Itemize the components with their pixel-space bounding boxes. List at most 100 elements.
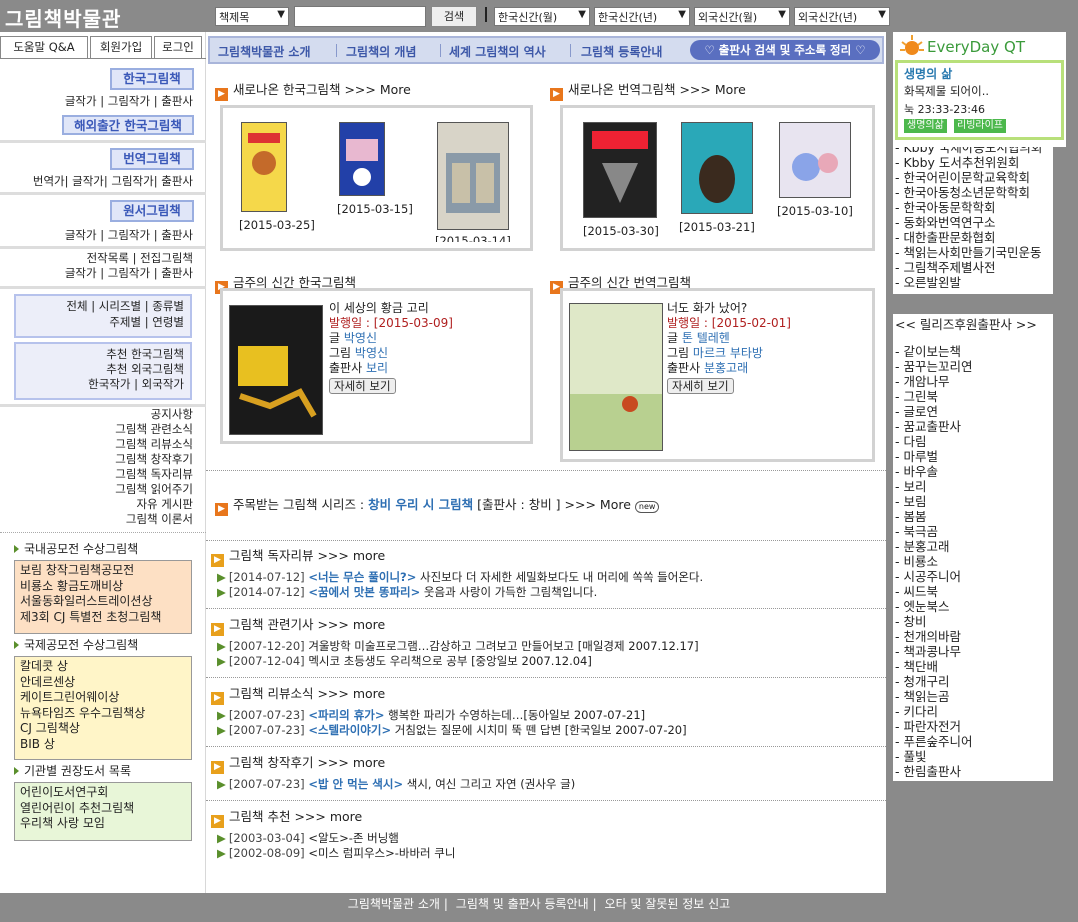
news-item[interactable]: ▶ [2007-12-04] 멕시코 초등생도 우리책으로 공부 [중앙일보 20…	[217, 653, 592, 669]
book-cover[interactable]	[681, 122, 753, 214]
qt-widget[interactable]: EveryDay QT 생명의 삶 화목제물 되어이.. 눅 23:33-23:…	[893, 32, 1066, 147]
list-item[interactable]: BIB 상	[20, 737, 186, 753]
nav-history[interactable]: 세계 그림책의 역사	[449, 43, 546, 60]
list-item[interactable]: - 한림출판사	[895, 764, 972, 779]
menu-reading-aloud[interactable]: 그림책 읽어주기	[115, 482, 193, 497]
list-item[interactable]: 칼데콧 상	[20, 659, 186, 675]
writer-link[interactable]: 톤 텔레헨	[682, 331, 730, 345]
list-item[interactable]: 서울동화일러스트레이션상	[20, 594, 186, 610]
menu-news[interactable]: 그림책 관련소식	[115, 422, 193, 437]
browse-theme-links[interactable]: 주제별 | 연령별	[109, 315, 184, 330]
book-cover[interactable]	[437, 122, 509, 230]
menu-reader-reviews[interactable]: 그림책 독자리뷰	[115, 467, 193, 482]
qt-btn-living[interactable]: 리빙라이프	[954, 119, 1006, 133]
list-item[interactable]: - 개암나무	[895, 374, 972, 389]
list-item[interactable]: - 풀빛	[895, 749, 972, 764]
menu-creation-notes[interactable]: 그림책 창작후기	[115, 452, 193, 467]
list-item[interactable]: - 그림책주제별사전	[895, 260, 1042, 275]
list-item[interactable]: - 바우솔	[895, 464, 972, 479]
new-korean-heading[interactable]: ▶ 새로나온 한국그림책 >>> More	[215, 79, 411, 101]
artist-link[interactable]: 박영신	[355, 346, 388, 360]
menu-free-board[interactable]: 자유 게시판	[136, 497, 193, 512]
book-cover[interactable]	[569, 303, 663, 451]
review-news-heading[interactable]: ▶ 그림책 리뷰소식 >>> more	[211, 683, 385, 705]
list-item[interactable]: - 다림	[895, 434, 972, 449]
news-item[interactable]: ▶ [2003-03-04] <알도>-존 버닝햄	[217, 830, 399, 846]
menu-review-news[interactable]: 그림책 리뷰소식	[115, 437, 193, 452]
list-item[interactable]: - 창비	[895, 614, 972, 629]
list-item[interactable]: - 봄봄	[895, 509, 972, 524]
list-item[interactable]: - 천개의바람	[895, 629, 972, 644]
book-cover[interactable]	[241, 122, 287, 212]
list-item[interactable]: 뉴욕타임즈 우수그림책상	[20, 706, 186, 722]
original-books-links[interactable]: 글작가 | 그림작가 | 출판사	[65, 228, 193, 243]
list-item[interactable]: - 책단배	[895, 659, 972, 674]
list-item[interactable]: - 북극곰	[895, 524, 972, 539]
overseas-korean-books-title[interactable]: 해외출간 한국그림책	[62, 115, 194, 135]
translated-books-links[interactable]: 번역가| 글작가| 그림작가| 출판사	[33, 174, 193, 189]
list-item[interactable]: 제3회 CJ 특별전 초청그림책	[20, 610, 186, 626]
list-item[interactable]: - Kbby 도서추천위원회	[895, 155, 1042, 170]
list-item[interactable]: - 동화와번역연구소	[895, 215, 1042, 230]
search-field-select[interactable]: 책제목 ▼	[215, 7, 289, 26]
translated-books-title[interactable]: 번역그림책	[110, 148, 194, 170]
reader-review-heading[interactable]: ▶ 그림책 독자리뷰 >>> more	[211, 545, 385, 567]
list-item[interactable]: - 비룡소	[895, 554, 972, 569]
book-cover[interactable]	[229, 305, 323, 435]
recommend-heading[interactable]: ▶ 그림책 추천 >>> more	[211, 806, 362, 828]
list-item[interactable]: - 책읽는곰	[895, 689, 972, 704]
series-more[interactable]: [출판사 : 창비 ] >>> More	[477, 497, 631, 512]
detail-button[interactable]: 자세히 보기	[667, 378, 734, 394]
list-item[interactable]: - 분홍고래	[895, 539, 972, 554]
news-item[interactable]: ▶ [2007-07-23] <파리의 휴가> 행복한 파리가 수영하는데…[동아…	[217, 707, 645, 723]
related-news-heading[interactable]: ▶ 그림책 관련기사 >>> more	[211, 614, 385, 636]
book-title[interactable]: 이 세상의 황금 고리	[329, 301, 453, 316]
list-item[interactable]: 우리책 사랑 모임	[20, 816, 186, 832]
writer-link[interactable]: 박영신	[344, 331, 377, 345]
site-logo[interactable]: 그림책박물관	[5, 3, 121, 32]
complete-creator-links[interactable]: 글작가 | 그림작가 | 출판사	[65, 266, 193, 281]
footer-report-link[interactable]: 오타 및 잘못된 정보 신고	[605, 897, 731, 911]
footer-register-link[interactable]: 그림책 및 출판사 등록안내	[456, 897, 589, 911]
qt-title[interactable]: 생명의 삶	[904, 65, 952, 82]
list-item[interactable]: - 글로연	[895, 404, 972, 419]
list-item[interactable]: - 오른발왼발	[895, 275, 1042, 290]
recommend-korean-link[interactable]: 추천 한국그림책	[106, 347, 184, 362]
list-item[interactable]: - 같이보는책	[895, 344, 972, 359]
news-item[interactable]: ▶ [2014-07-12] <꿈에서 맛본 똥파리> 웃음과 사랑이 가득한 그…	[217, 584, 597, 600]
book-cover[interactable]	[339, 122, 385, 196]
menu-theory[interactable]: 그림책 이론서	[126, 512, 193, 527]
book-cover[interactable]	[779, 122, 851, 198]
complete-list-links[interactable]: 전작목록 | 전집그림책	[87, 251, 193, 266]
book-title[interactable]: 너도 화가 났어?	[667, 301, 791, 316]
list-item[interactable]: CJ 그림책상	[20, 721, 186, 737]
list-item[interactable]: 안데르센상	[20, 675, 186, 691]
news-item[interactable]: ▶ [2007-07-23] <스텔라이야기> 거침없는 질문에 시치미 뚝 뗀 …	[217, 722, 687, 738]
korean-books-links[interactable]: 글작가 | 그림작가 | 출판사	[65, 94, 193, 109]
tab-login[interactable]: 로그인	[154, 36, 202, 58]
list-item[interactable]: - 파란자전거	[895, 719, 972, 734]
list-item[interactable]: - 한국아동청소년문학학회	[895, 185, 1042, 200]
nav-concept[interactable]: 그림책의 개념	[346, 43, 416, 60]
search-button[interactable]: 검색	[431, 6, 477, 27]
list-item[interactable]: - 한국아동문학학회	[895, 200, 1042, 215]
tab-signup[interactable]: 회원가입	[90, 36, 152, 58]
list-item[interactable]: - 한국어린이문학교육학회	[895, 170, 1042, 185]
menu-notice[interactable]: 공지사항	[151, 407, 193, 422]
list-item[interactable]: - 보리	[895, 479, 972, 494]
list-item[interactable]: 비룡소 황금도깨비상	[20, 579, 186, 595]
list-item[interactable]: - 책과콩나무	[895, 644, 972, 659]
list-item[interactable]: 어린이도서연구회	[20, 785, 186, 801]
list-item[interactable]: - 씨드북	[895, 584, 972, 599]
list-item[interactable]: - 청개구리	[895, 674, 972, 689]
detail-button[interactable]: 자세히 보기	[329, 378, 396, 394]
list-item[interactable]: 케이트그린어웨이상	[20, 690, 186, 706]
foreign-yearly-select[interactable]: 외국신간(년) ▼	[794, 7, 890, 26]
new-translated-heading[interactable]: ▶ 새로나온 번역그림책 >>> More	[550, 79, 746, 101]
list-item[interactable]: - 엣눈북스	[895, 599, 972, 614]
list-item[interactable]: - 마루벌	[895, 449, 972, 464]
korean-books-title[interactable]: 한국그림책	[110, 68, 194, 90]
nav-registration[interactable]: 그림책 등록안내	[581, 43, 662, 60]
nav-about[interactable]: 그림책박물관 소개	[218, 43, 311, 60]
series-link[interactable]: 창비 우리 시 그림책	[368, 497, 473, 512]
